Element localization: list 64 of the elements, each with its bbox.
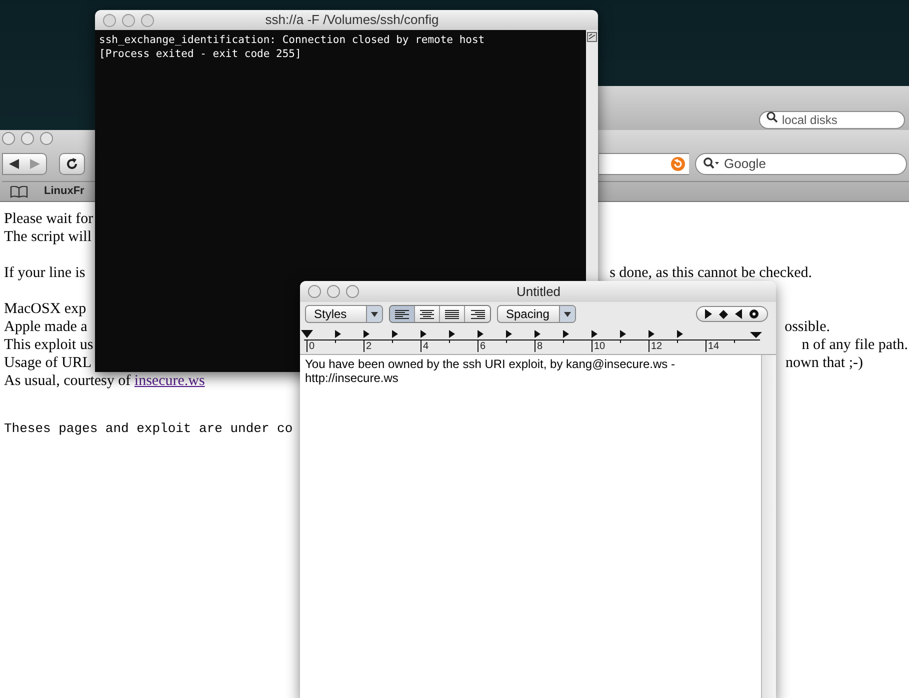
ruler-label: 2	[366, 340, 373, 353]
reload-icon	[66, 158, 78, 170]
paragraph-text: The script will	[4, 228, 92, 246]
center-tab-icon[interactable]	[719, 310, 728, 318]
align-icon	[395, 310, 409, 318]
search-icon	[766, 111, 778, 123]
popup-button[interactable]: Spacing	[497, 305, 576, 323]
left-tab-icon[interactable]	[705, 309, 712, 319]
paragraph-text: Theses pages and exploit are under co	[4, 420, 293, 438]
right-tab-icon[interactable]	[735, 309, 742, 319]
ruler-label: 0	[309, 340, 316, 353]
address-field[interactable]	[599, 153, 689, 175]
ruler-label: 12	[651, 340, 664, 353]
paragraph-text: n of any file path.	[802, 336, 909, 354]
align-button[interactable]	[390, 306, 415, 322]
align-button[interactable]	[415, 306, 440, 322]
paragraph-text: Please wait for	[4, 210, 94, 228]
paragraph-text: If your line is	[4, 264, 86, 282]
decimal-tab-icon[interactable]	[749, 309, 759, 319]
terminal-output-line: [Process exited - exit code 255]	[99, 47, 302, 61]
link[interactable]: insecure.ws	[134, 373, 205, 389]
search-icon	[703, 157, 719, 170]
paragraph-text: Apple made a	[4, 318, 88, 336]
ruler-label: 6	[480, 340, 487, 353]
paragraph-text: nown that ;-)	[786, 354, 864, 372]
paragraph-text: MacOSX exp	[4, 300, 86, 318]
ruler-label: 4	[423, 340, 430, 353]
window-control-icon[interactable]	[346, 285, 359, 298]
document-text: You have been owned by the ssh URI exploit, by kang@insecure.ws - http://insecure.ws	[305, 357, 676, 385]
paragraph-text: s done, as this cannot be checked.	[610, 264, 813, 282]
align-icon	[445, 310, 459, 318]
window-control-icon[interactable]	[2, 132, 15, 145]
ruler-label: 8	[537, 340, 544, 353]
window-control-icon[interactable]	[327, 285, 340, 298]
paragraph-text: This exploit us	[4, 336, 94, 354]
ruler-label: 14	[708, 340, 720, 353]
search-field[interactable]: local disks	[759, 111, 905, 129]
bookmark-link[interactable]: LinuxFr	[44, 183, 84, 200]
window-control-icon[interactable]	[308, 285, 321, 298]
ruler-label: 10	[594, 340, 606, 353]
align-button[interactable]	[440, 306, 465, 322]
reload-button[interactable]	[59, 153, 85, 175]
popup-button[interactable]: Styles	[305, 305, 383, 323]
window-title: Untitled	[515, 282, 562, 301]
scrollbar-track[interactable]	[761, 355, 776, 698]
window-title: ssh://a -F /Volumes/ssh/config	[264, 11, 440, 30]
align-icon	[470, 310, 484, 318]
tab-stop-palette[interactable]	[696, 306, 768, 322]
paragraph-text: As usual, courtesy of insecure.ws	[4, 372, 205, 390]
caret-icon	[564, 312, 571, 316]
search-field[interactable]: Google	[695, 152, 907, 174]
terminal-output-line: ssh_exchange_identification: Connection closed by remote host	[99, 33, 486, 47]
align-icon	[420, 310, 434, 318]
paragraph-text: ossible.	[784, 318, 831, 336]
window-control-icon[interactable]	[40, 132, 53, 145]
paragraph-text: Usage of URL	[4, 354, 92, 372]
align-button[interactable]	[465, 306, 490, 322]
bookmarks-book-icon[interactable]	[10, 186, 28, 198]
split-view-icon[interactable]	[587, 32, 597, 42]
snapback-icon[interactable]	[671, 157, 685, 171]
back-icon[interactable]	[8, 159, 19, 169]
window-control-icon[interactable]	[21, 132, 34, 145]
forward-icon[interactable]	[30, 159, 40, 169]
caret-icon	[371, 312, 378, 316]
